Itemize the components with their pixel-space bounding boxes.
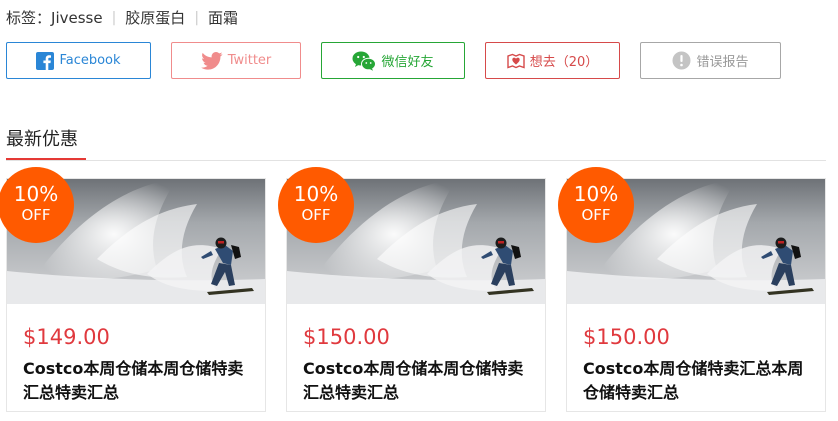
- warning-icon: [672, 51, 691, 70]
- tag-list: 标签： Jivesse | 胶原蛋白 | 面霜: [6, 7, 238, 28]
- heart-map-icon: [507, 52, 525, 69]
- tag-divider: |: [194, 9, 200, 26]
- twitter-share-button[interactable]: Twitter: [171, 42, 301, 79]
- deal-card[interactable]: 10% OFF $150.00 Costco本周仓储特卖汇总本周仓储特卖汇总: [558, 167, 826, 412]
- deal-title[interactable]: Costco本周仓储特卖汇总本周仓储特卖汇总: [583, 357, 818, 405]
- deal-card[interactable]: 10% OFF $149.00 Costco本周仓储本周仓储特卖汇总特卖汇总: [0, 167, 266, 412]
- deal-card[interactable]: 10% OFF $150.00 Costco本周仓储本周仓储特卖汇总特卖汇总: [278, 167, 546, 412]
- section-title-underline: [6, 158, 86, 160]
- deal-title[interactable]: Costco本周仓储本周仓储特卖汇总特卖汇总: [303, 357, 538, 405]
- wechat-icon: [352, 51, 377, 71]
- share-bar: Facebook Twitter 微信好友 想去（20） 错误报告: [6, 42, 781, 79]
- facebook-share-label: Facebook: [59, 53, 121, 68]
- tag-prefix: 标签：: [6, 9, 52, 27]
- deal-price: $150.00: [583, 325, 670, 349]
- discount-badge: 10% OFF: [558, 167, 634, 243]
- discount-off-label: OFF: [21, 206, 51, 224]
- wechat-share-button[interactable]: 微信好友: [321, 42, 465, 79]
- error-report-button[interactable]: 错误报告: [640, 42, 781, 79]
- section-divider: [6, 160, 826, 161]
- facebook-icon: [36, 51, 55, 70]
- discount-badge: 10% OFF: [0, 167, 74, 243]
- discount-off-label: OFF: [301, 206, 331, 224]
- tag-divider: |: [111, 9, 117, 26]
- deal-price: $149.00: [23, 325, 110, 349]
- twitter-icon: [200, 51, 223, 70]
- discount-off-label: OFF: [581, 206, 611, 224]
- twitter-share-label: Twitter: [227, 53, 272, 68]
- wechat-share-label: 微信好友: [381, 55, 434, 70]
- discount-percent: 10%: [573, 182, 619, 206]
- deal-title[interactable]: Costco本周仓储本周仓储特卖汇总特卖汇总: [23, 357, 258, 405]
- discount-percent: 10%: [293, 182, 339, 206]
- facebook-share-button[interactable]: Facebook: [6, 42, 151, 79]
- section-title: 最新优惠: [6, 129, 78, 150]
- want-to-go-label: 想去（20）: [529, 55, 599, 70]
- discount-percent: 10%: [13, 182, 59, 206]
- tag-link-face-cream[interactable]: 面霜: [208, 7, 238, 28]
- deal-price: $150.00: [303, 325, 390, 349]
- want-to-go-button[interactable]: 想去（20）: [485, 42, 620, 79]
- error-report-label: 错误报告: [696, 55, 749, 70]
- tag-link-jivesse[interactable]: Jivesse: [51, 9, 103, 27]
- discount-badge: 10% OFF: [278, 167, 354, 243]
- tag-link-collagen[interactable]: 胶原蛋白: [125, 7, 185, 28]
